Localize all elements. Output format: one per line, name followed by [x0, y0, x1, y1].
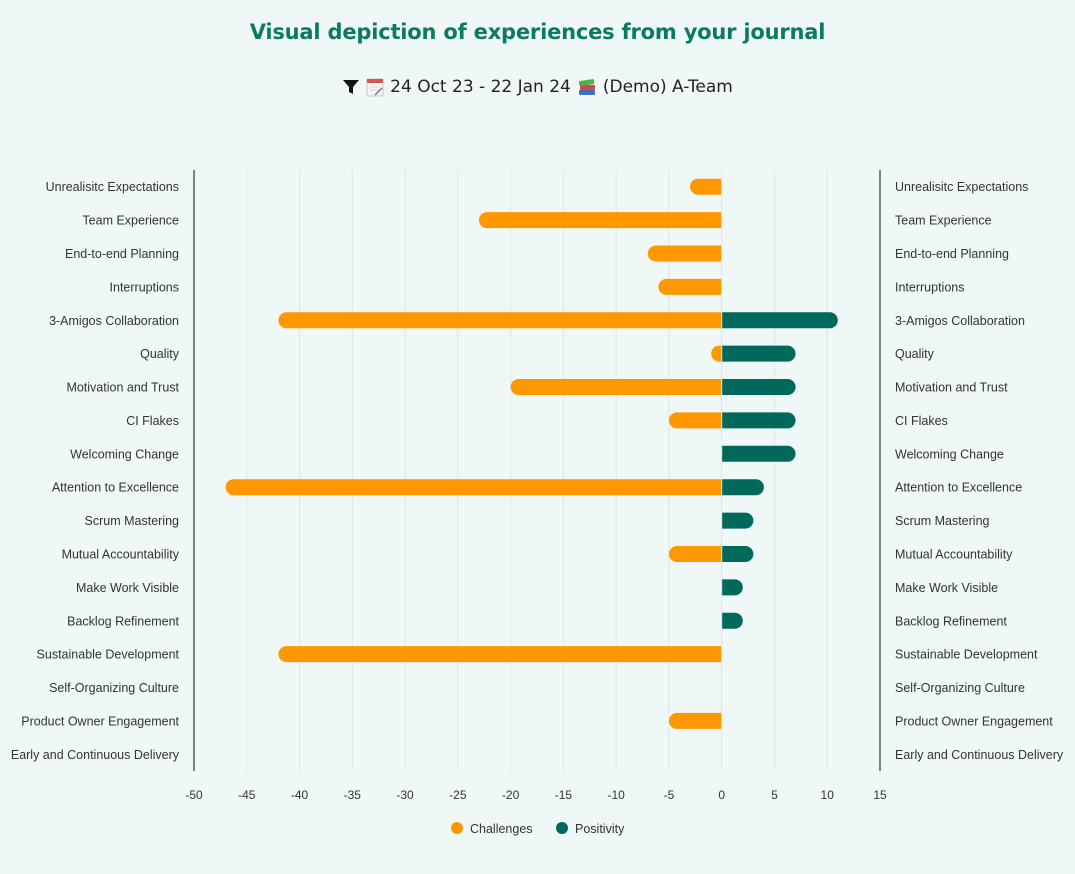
- y-label-left: Scrum Mastering: [85, 514, 180, 528]
- y-label-left: Early and Continuous Delivery: [11, 748, 180, 762]
- y-label-right: Backlog Refinement: [895, 614, 1007, 628]
- x-tick-label: -40: [291, 788, 309, 802]
- x-tick-label: 5: [771, 788, 778, 802]
- bar-positivity: [722, 345, 796, 362]
- y-label-left: Mutual Accountability: [62, 547, 180, 561]
- y-label-right: Product Owner Engagement: [895, 714, 1053, 728]
- y-label-right: Interruptions: [895, 280, 964, 294]
- bar-challenges: [658, 278, 722, 295]
- y-label-right: Scrum Mastering: [895, 514, 990, 528]
- y-label-right: Motivation and Trust: [895, 381, 1008, 395]
- x-tick-label: -5: [664, 788, 675, 802]
- legend-label-positivity: Positivity: [575, 822, 625, 836]
- x-tick-label: -45: [238, 788, 256, 802]
- legend-marker-positivity: [556, 822, 568, 834]
- y-label-right: Unrealisitc Expectations: [895, 180, 1028, 194]
- bar-chart: Unrealisitc Expectations Team Experience E…: [11, 170, 1064, 836]
- y-label-right: Self-Organizing Culture: [895, 681, 1025, 695]
- y-label-left: Sustainable Development: [37, 648, 180, 662]
- x-tick-label: -15: [555, 788, 573, 802]
- y-label-right: Quality: [895, 347, 935, 361]
- bar-positivity: [722, 545, 754, 562]
- y-label-right: End-to-end Planning: [895, 247, 1009, 261]
- x-tick-label: -50: [185, 788, 203, 802]
- bar-positivity: [722, 412, 796, 429]
- y-label-right: CI Flakes: [895, 414, 948, 428]
- y-label-left: Quality: [140, 347, 180, 361]
- bar-challenges: [278, 312, 722, 329]
- x-tick-label: -30: [396, 788, 414, 802]
- y-label-left: Team Experience: [82, 214, 179, 228]
- bar-challenges: [668, 412, 722, 429]
- bar-challenges: [711, 345, 722, 362]
- y-label-right: Welcoming Change: [895, 447, 1004, 461]
- legend-marker-challenges: [451, 822, 463, 834]
- bar-challenges: [668, 545, 722, 562]
- x-tick-label: -35: [344, 788, 362, 802]
- y-label-left: Self-Organizing Culture: [49, 681, 179, 695]
- bar-challenges: [668, 712, 722, 729]
- y-label-left: Unrealisitc Expectations: [46, 180, 179, 194]
- y-label-left: Welcoming Change: [70, 447, 179, 461]
- y-label-right: Mutual Accountability: [895, 547, 1013, 561]
- legend-label-challenges: Challenges: [470, 822, 533, 836]
- bar-challenges: [278, 646, 722, 663]
- x-tick-label: 15: [873, 788, 887, 802]
- bar-positivity: [722, 312, 838, 329]
- x-tick-label: -25: [449, 788, 467, 802]
- bar-positivity: [722, 512, 754, 529]
- bar-challenges: [225, 479, 722, 496]
- y-label-right: Team Experience: [895, 214, 992, 228]
- y-label-right: Make Work Visible: [895, 581, 998, 595]
- y-label-left: Make Work Visible: [76, 581, 179, 595]
- y-label-left: Motivation and Trust: [66, 381, 179, 395]
- y-label-left: End-to-end Planning: [65, 247, 179, 261]
- y-label-right: Sustainable Development: [895, 648, 1038, 662]
- y-label-left: Attention to Excellence: [52, 481, 179, 495]
- y-label-left: Interruptions: [110, 280, 179, 294]
- y-label-right: 3-Amigos Collaboration: [895, 314, 1025, 328]
- x-tick-label: 0: [718, 788, 725, 802]
- y-label-left: Product Owner Engagement: [21, 714, 179, 728]
- bar-positivity: [722, 579, 743, 596]
- y-label-right: Early and Continuous Delivery: [895, 748, 1064, 762]
- bar-challenges: [690, 178, 722, 195]
- y-label-right: Attention to Excellence: [895, 481, 1022, 495]
- x-tick-label: -20: [502, 788, 520, 802]
- bar-challenges: [510, 379, 722, 396]
- y-label-left: 3-Amigos Collaboration: [49, 314, 179, 328]
- bar-positivity: [722, 379, 796, 396]
- y-label-left: CI Flakes: [126, 414, 179, 428]
- bar-positivity: [722, 612, 743, 629]
- x-tick-label: 10: [821, 788, 835, 802]
- y-label-left: Backlog Refinement: [67, 614, 179, 628]
- bar-positivity: [722, 479, 764, 496]
- bar-positivity: [722, 445, 796, 462]
- x-tick-label: -10: [607, 788, 625, 802]
- bar-challenges: [478, 212, 722, 229]
- bar-challenges: [647, 245, 722, 262]
